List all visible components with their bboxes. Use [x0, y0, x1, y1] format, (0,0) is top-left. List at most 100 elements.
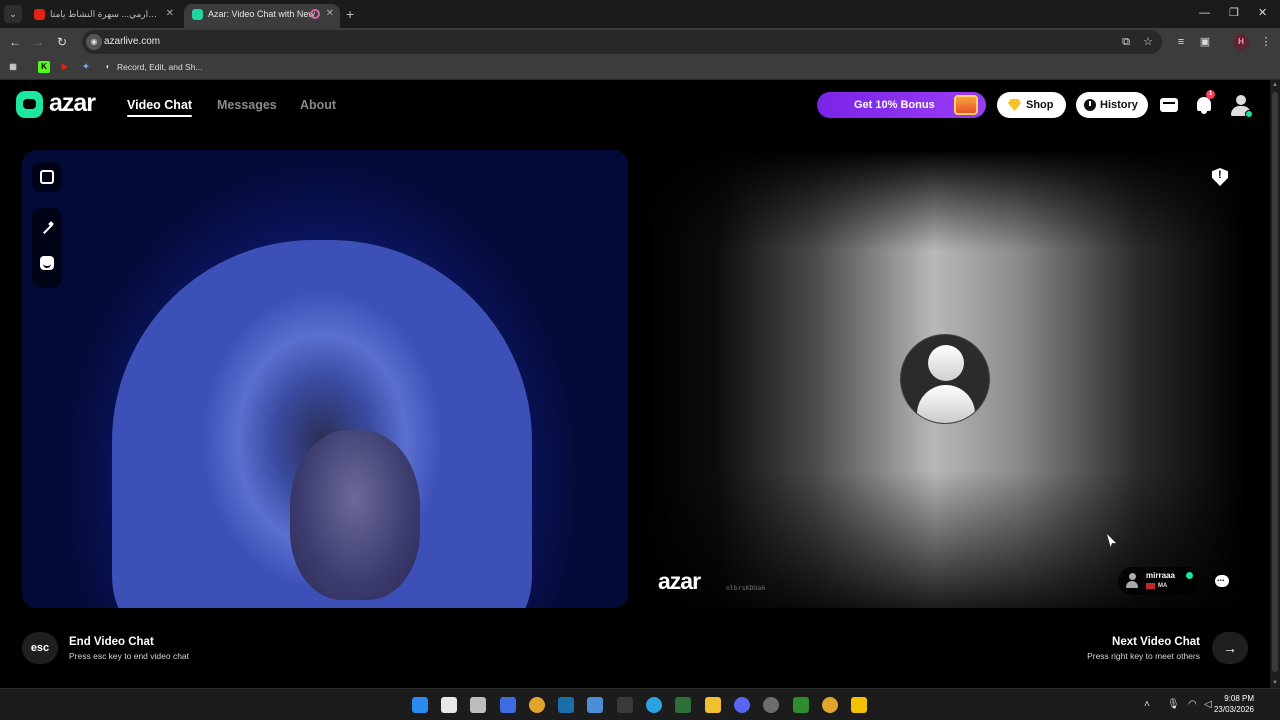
- end-chat-title: End Video Chat: [69, 636, 154, 648]
- treasure-chest-icon: [954, 95, 978, 115]
- browser-tab-youtube[interactable]: وااااالجدارمي... سهرة النشاط يامتا ✕: [26, 4, 180, 28]
- terminal-icon[interactable]: [617, 697, 633, 713]
- recording-indicator-icon: [310, 9, 320, 19]
- browser-toolbar: ← → ↻ ◉ azarlive.com ⧉ ☆ ≡ ▣ H ⋮: [0, 28, 1280, 56]
- logo-text: azar: [49, 89, 96, 117]
- browser-tab-strip: ⌄ وااااالجدارمي... سهرة النشاط يامتا ✕ A…: [0, 0, 1280, 28]
- tab-search-button[interactable]: ⌄: [4, 5, 22, 23]
- azar-page: azar Video Chat Messages About Get 10% B…: [0, 80, 1270, 688]
- session-id-text: nlbrsKDUa6: [726, 584, 766, 592]
- back-button[interactable]: ←: [6, 33, 24, 51]
- nvidia-icon[interactable]: [675, 697, 691, 713]
- camera-subject: [112, 240, 532, 608]
- next-chat-hint: Press right key to meet others: [1087, 651, 1200, 661]
- new-tab-button[interactable]: +: [346, 5, 354, 23]
- site-info-icon[interactable]: ◉: [86, 34, 102, 50]
- telegram-icon[interactable]: [646, 697, 662, 713]
- address-bar[interactable]: ◉ azarlive.com: [82, 30, 1162, 54]
- close-tab-icon[interactable]: ✕: [166, 4, 174, 24]
- azar-logo-icon: [16, 91, 43, 118]
- fullscreen-icon[interactable]: [32, 162, 62, 192]
- tray-overflow-icon[interactable]: ˄: [1144, 697, 1150, 713]
- volume-icon[interactable]: ◁: [1204, 697, 1212, 713]
- reload-button[interactable]: ↻: [53, 33, 71, 51]
- windows-taskbar: ˄ 🎙 ◠ ◁ 9:08 PM 23/03/2026: [0, 688, 1280, 720]
- peer-avatar-icon: [1126, 573, 1138, 589]
- restore-window-button[interactable]: ❐: [1229, 4, 1239, 22]
- extensions-icon[interactable]: ▣: [1197, 34, 1213, 50]
- inbox-icon[interactable]: [1158, 94, 1180, 116]
- gem-icon: [1008, 99, 1021, 111]
- nav-about[interactable]: About: [300, 97, 336, 113]
- tab-title: وااااالجدارمي... سهرة النشاط يامتا: [50, 9, 158, 19]
- notification-badge: 1: [1206, 90, 1215, 99]
- scroll-up-icon[interactable]: ▲: [1271, 82, 1279, 88]
- nav-video-chat[interactable]: Video Chat: [127, 97, 193, 117]
- obs-icon[interactable]: [763, 697, 779, 713]
- chrome-taskbar-icon[interactable]: [529, 697, 545, 713]
- camera-subject-face: [290, 430, 420, 600]
- sparkle-bookmark-icon[interactable]: ✦: [80, 61, 92, 73]
- game-launcher-icon[interactable]: [793, 697, 809, 713]
- local-video-feed: [22, 150, 628, 608]
- page-scrollbar[interactable]: ▲ ▼: [1270, 80, 1280, 688]
- bookmark-label[interactable]: Record, Edit, and Sh...: [117, 56, 203, 78]
- search-taskbar-icon[interactable]: [441, 697, 457, 713]
- nav-messages[interactable]: Messages: [217, 97, 277, 113]
- start-menu-icon[interactable]: [412, 697, 428, 713]
- azar-watermark: azar: [658, 568, 701, 594]
- bookmark-star-icon[interactable]: ☆: [1140, 34, 1156, 50]
- url-text: azarlive.com: [104, 36, 161, 47]
- wifi-icon[interactable]: ◠: [1188, 697, 1197, 713]
- clock-icon: [1084, 99, 1096, 111]
- chrome-active-icon[interactable]: [822, 697, 838, 713]
- get-bonus-button[interactable]: Get 10% Bonus: [817, 92, 986, 118]
- file-explorer-icon[interactable]: [705, 697, 721, 713]
- online-status-dot: [1245, 110, 1253, 118]
- close-window-button[interactable]: ✕: [1258, 4, 1267, 22]
- peer-country: MA: [1158, 583, 1168, 589]
- azar-favicon-icon: [192, 9, 203, 20]
- close-tab-icon[interactable]: ✕: [326, 4, 334, 24]
- peer-name: mirraaa: [1146, 571, 1175, 580]
- forward-button[interactable]: →: [29, 33, 47, 51]
- rockstar-icon[interactable]: [851, 697, 867, 713]
- store-icon[interactable]: [500, 697, 516, 713]
- profile-avatar[interactable]: H: [1233, 34, 1249, 50]
- discord-icon[interactable]: [734, 697, 750, 713]
- next-chat-button[interactable]: →: [1212, 632, 1248, 664]
- end-chat-hint: Press esc key to end video chat: [69, 651, 190, 661]
- history-button[interactable]: History: [1076, 92, 1148, 118]
- install-app-icon[interactable]: ⧉: [1118, 34, 1134, 50]
- shop-button[interactable]: Shop: [997, 92, 1066, 118]
- kick-bookmark-icon[interactable]: K: [38, 61, 50, 73]
- steam-icon[interactable]: [558, 697, 574, 713]
- end-chat-button[interactable]: esc: [22, 632, 58, 664]
- peer-profile-chip[interactable]: mirraaa MA: [1118, 567, 1200, 595]
- taskbar-time[interactable]: 9:08 PM: [1224, 694, 1254, 704]
- avatar-head: [928, 345, 964, 381]
- media-controls-icon[interactable]: ≡: [1173, 34, 1189, 50]
- scroll-down-icon[interactable]: ▼: [1271, 680, 1279, 686]
- chat-bubble-icon[interactable]: [1210, 570, 1234, 594]
- history-label: History: [1100, 99, 1138, 111]
- browser-tab-azar[interactable]: Azar: Video Chat with New ✕: [184, 4, 340, 28]
- recorder-bookmark-icon[interactable]: ◐: [102, 61, 114, 73]
- youtube-bookmark-icon[interactable]: ▶: [59, 61, 71, 73]
- task-view-icon[interactable]: [470, 697, 486, 713]
- scrollbar-thumb[interactable]: [1272, 92, 1278, 672]
- expand-icon: [40, 170, 54, 184]
- microphone-icon[interactable]: 🎙: [1167, 697, 1180, 713]
- apps-grid-icon[interactable]: ▦: [7, 61, 19, 73]
- magic-wand-icon[interactable]: [32, 214, 62, 244]
- shop-label: Shop: [1026, 99, 1054, 111]
- taskbar-date[interactable]: 23/03/2026: [1214, 705, 1254, 715]
- face-filter-icon[interactable]: [32, 248, 62, 278]
- remote-video-feed: azar nlbrsKDUa6 mirraaa MA: [646, 150, 1246, 608]
- minimize-window-button[interactable]: —: [1199, 4, 1210, 22]
- tab-title: Azar: Video Chat with New: [208, 9, 315, 19]
- browser-menu-icon[interactable]: ⋮: [1258, 34, 1274, 50]
- calculator-icon[interactable]: [587, 697, 603, 713]
- bookmarks-bar: ▦ K ▶ ✦ ◐ Record, Edit, and Sh...: [0, 56, 1280, 80]
- remote-user-placeholder-avatar: [900, 334, 990, 424]
